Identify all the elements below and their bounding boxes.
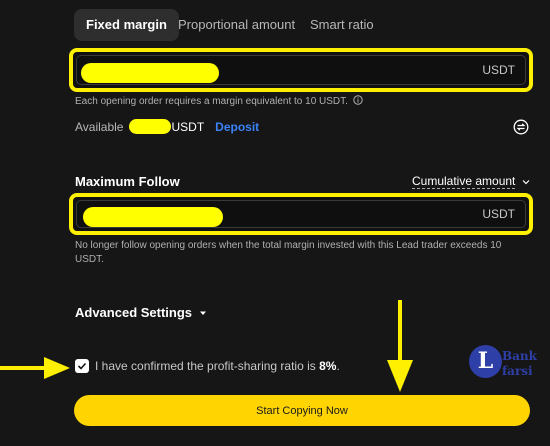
margin-input-highlight: USDT bbox=[69, 48, 533, 92]
max-follow-unit: USDT bbox=[482, 207, 515, 221]
annotation-arrow-right-icon bbox=[0, 357, 70, 379]
tab-smart-ratio[interactable]: Smart ratio bbox=[310, 9, 374, 41]
margin-input[interactable]: USDT bbox=[76, 55, 526, 85]
confirm-checkbox[interactable] bbox=[75, 359, 89, 373]
watermark-line2: farsi bbox=[502, 364, 533, 378]
chevron-down-icon bbox=[522, 179, 530, 184]
max-follow-input[interactable]: USDT bbox=[76, 200, 526, 228]
confirm-label: I have confirmed the profit-sharing rati… bbox=[95, 359, 340, 373]
annotation-arrow-down-icon bbox=[387, 300, 413, 392]
max-follow-title: Maximum Follow bbox=[75, 174, 180, 189]
redaction-mark bbox=[83, 207, 223, 227]
margin-unit: USDT bbox=[482, 63, 515, 77]
transfer-icon[interactable] bbox=[513, 119, 529, 135]
deposit-link[interactable]: Deposit bbox=[215, 120, 259, 134]
margin-hint: Each opening order requires a margin equ… bbox=[75, 95, 363, 109]
advanced-settings-title: Advanced Settings bbox=[75, 305, 193, 320]
info-icon[interactable] bbox=[353, 95, 363, 105]
available-unit: USDT bbox=[171, 119, 205, 134]
margin-hint-text: Each opening order requires a margin equ… bbox=[75, 96, 348, 107]
bankfarsi-logo: L bbox=[469, 345, 502, 378]
cumulative-amount-label: Cumulative amount bbox=[412, 174, 516, 189]
cumulative-amount-dropdown[interactable]: Cumulative amount bbox=[412, 174, 531, 189]
max-follow-input-highlight: USDT bbox=[69, 193, 533, 235]
available-label: Available bbox=[75, 119, 124, 134]
caret-down-icon bbox=[200, 311, 207, 315]
tab-fixed-margin[interactable]: Fixed margin bbox=[74, 9, 179, 41]
advanced-settings-toggle[interactable]: Advanced Settings bbox=[75, 305, 208, 320]
max-follow-hint: No longer follow opening orders when the… bbox=[75, 240, 502, 265]
confirm-text: I have confirmed the profit-sharing rati… bbox=[95, 359, 316, 373]
profit-ratio: 8% bbox=[319, 359, 337, 373]
confirm-suffix: . bbox=[336, 359, 340, 373]
check-icon bbox=[77, 362, 87, 370]
available-row: Available USDT Deposit bbox=[75, 119, 259, 134]
watermark-line1: Bank bbox=[502, 349, 537, 363]
available-amount-redacted bbox=[129, 119, 172, 134]
redaction-mark bbox=[81, 63, 219, 83]
start-copying-button[interactable]: Start Copying Now bbox=[74, 395, 530, 426]
tab-proportional-amount[interactable]: Proportional amount bbox=[178, 9, 295, 41]
